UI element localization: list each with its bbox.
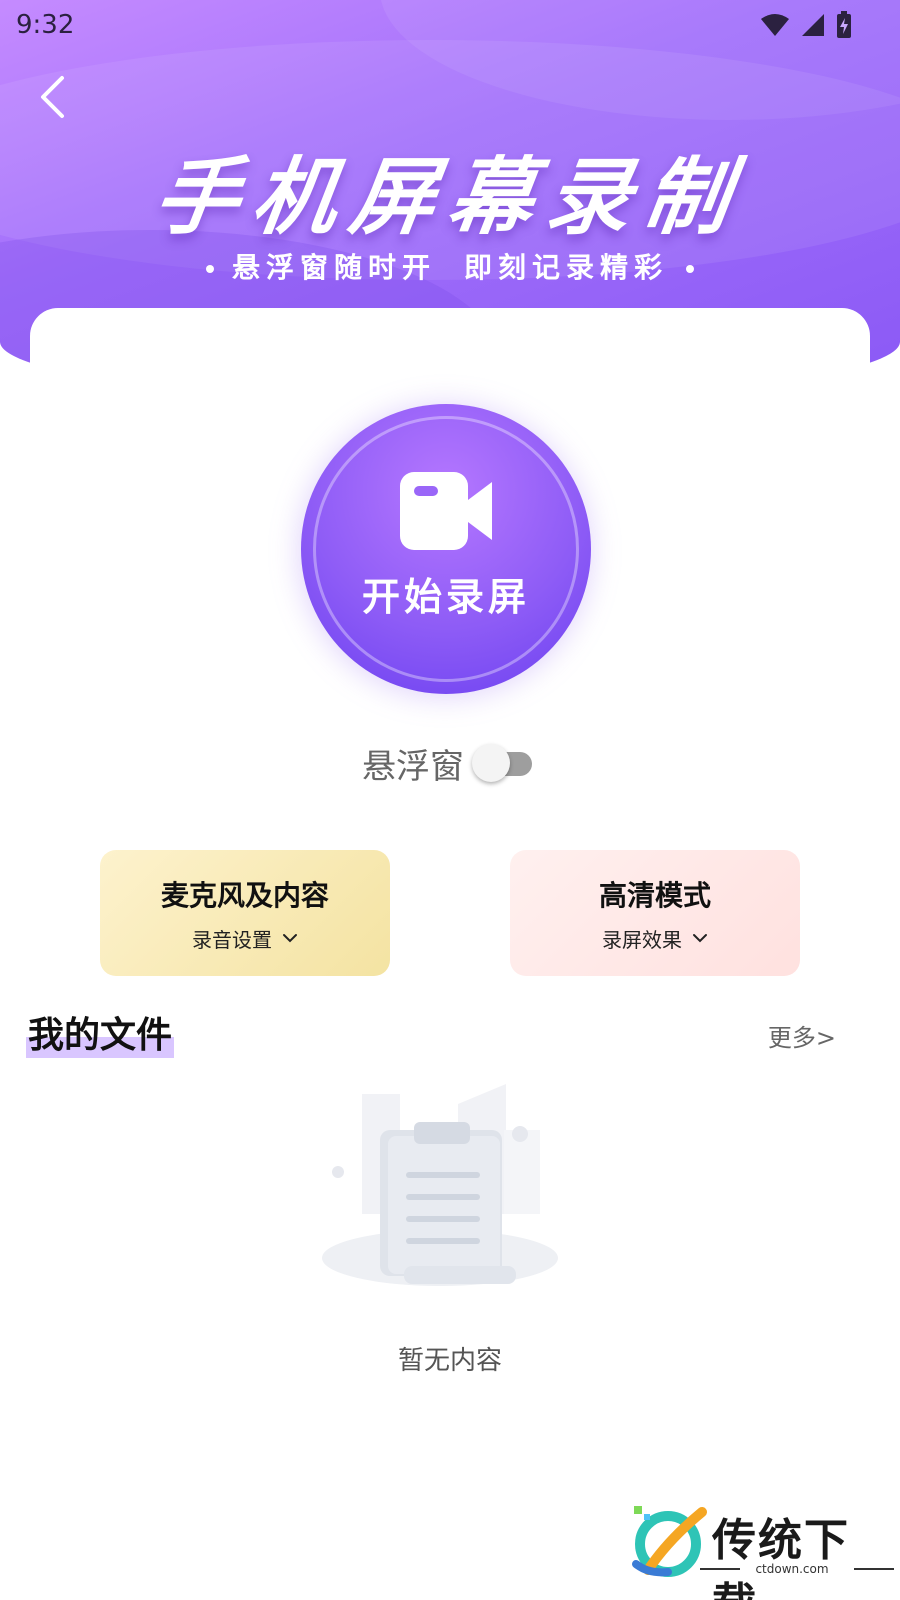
watermark-line bbox=[854, 1568, 894, 1570]
microphone-card-subtitle: 录音设置 bbox=[192, 924, 298, 953]
hd-mode-card[interactable]: 高清模式 录屏效果 bbox=[510, 850, 800, 976]
empty-state-illustration bbox=[322, 1084, 558, 1286]
cell-signal-icon bbox=[802, 14, 824, 36]
start-recording-button[interactable]: 开始录屏 bbox=[301, 404, 591, 694]
page-title: 手机屏幕录制 bbox=[148, 148, 750, 246]
chevron-left-icon bbox=[41, 76, 64, 118]
status-time: 9:32 bbox=[16, 10, 75, 40]
hd-card-subtitle: 录屏效果 bbox=[602, 924, 708, 953]
floating-window-row: 悬浮窗 bbox=[0, 738, 900, 788]
watermark-domain: ctdown.com bbox=[755, 1562, 829, 1576]
floating-window-label: 悬浮窗 bbox=[362, 746, 464, 787]
bullet-dot bbox=[686, 265, 695, 273]
watermark: 传统下载 ctdown.com bbox=[628, 1500, 894, 1600]
bullet-dot bbox=[205, 265, 214, 273]
microphone-card-title: 麦克风及内容 bbox=[160, 878, 329, 912]
empty-state-text: 暂无内容 bbox=[397, 1346, 502, 1376]
subtitle-right: 即刻记录精彩 bbox=[464, 251, 669, 284]
back-button[interactable] bbox=[30, 72, 74, 122]
toggle-knob bbox=[472, 744, 510, 782]
chevron-down-icon bbox=[693, 934, 707, 943]
my-files-title: 我的文件 bbox=[26, 1006, 175, 1058]
status-icons bbox=[760, 11, 852, 39]
floating-window-toggle[interactable] bbox=[472, 742, 538, 784]
wifi-icon bbox=[761, 14, 789, 36]
more-files-link[interactable]: 更多> bbox=[768, 1018, 836, 1053]
microphone-card-subtitle-text: 录音设置 bbox=[192, 927, 272, 952]
record-button-ring bbox=[313, 416, 579, 682]
chevron-down-icon bbox=[283, 934, 297, 943]
status-bar: 9:32 bbox=[0, 0, 900, 50]
microphone-settings-card[interactable]: 麦克风及内容 录音设置 bbox=[100, 850, 390, 976]
watermark-brand: 传统下载 bbox=[712, 1515, 850, 1600]
hd-card-subtitle-text: 录屏效果 bbox=[602, 927, 682, 952]
brand-logo-icon bbox=[632, 1506, 707, 1577]
subtitle-left: 悬浮窗随时开 bbox=[231, 251, 436, 284]
page-subtitle: 悬浮窗随时开 即刻记录精彩 bbox=[0, 246, 900, 286]
hd-card-title: 高清模式 bbox=[598, 878, 711, 912]
battery-icon bbox=[837, 11, 851, 38]
